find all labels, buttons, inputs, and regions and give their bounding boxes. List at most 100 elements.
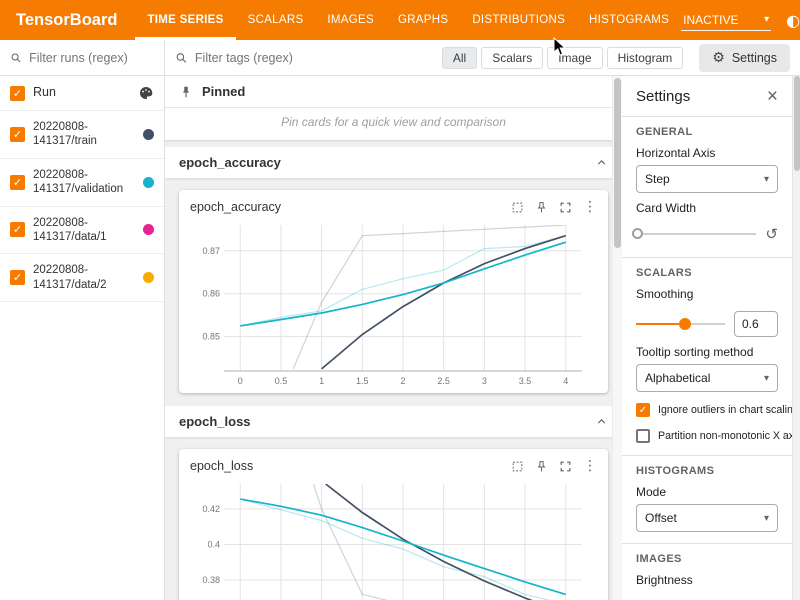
pin-icon — [179, 85, 193, 99]
app-title: TensorBoard — [0, 11, 135, 30]
caret-down-icon: ▾ — [764, 14, 769, 25]
smoothing-value-input[interactable]: 0.6 — [734, 311, 778, 337]
tab-time-series[interactable]: TIME SERIES — [135, 0, 235, 40]
run-checkbox[interactable]: ✓ — [10, 175, 25, 190]
tooltip-sorting-label: Tooltip sorting method — [636, 345, 778, 359]
chevron-up-icon[interactable] — [595, 415, 608, 428]
horizontal-axis-select[interactable]: Step ▾ — [636, 165, 778, 193]
pinned-hint-text: Pin cards for a quick view and compariso… — [165, 108, 622, 140]
palette-icon[interactable] — [138, 85, 154, 101]
smoothing-slider[interactable] — [636, 323, 725, 325]
ignore-outliers-checkbox-row[interactable]: ✓ Ignore outliers in chart scaling — [636, 403, 778, 417]
tab-images[interactable]: IMAGES — [315, 0, 386, 40]
tab-graphs[interactable]: GRAPHS — [386, 0, 460, 40]
svg-text:2.5: 2.5 — [437, 376, 450, 386]
section-heading: GENERAL — [636, 126, 778, 138]
svg-text:3: 3 — [482, 376, 487, 386]
tensorboard-app: TensorBoard TIME SERIES SCALARS IMAGES G… — [0, 0, 800, 600]
card-width-slider[interactable] — [636, 233, 756, 235]
svg-text:0.42: 0.42 — [202, 504, 220, 514]
pin-card-icon[interactable] — [535, 460, 548, 473]
section-title: epoch_accuracy — [179, 155, 281, 170]
section-header-epoch-accuracy[interactable]: epoch_accuracy — [165, 147, 622, 178]
epoch-accuracy-chart[interactable]: 00.511.522.533.540.850.860.87 — [188, 219, 590, 389]
caret-down-icon: ▾ — [764, 513, 769, 524]
run-checkbox[interactable]: ✓ — [10, 127, 25, 142]
run-row-validation[interactable]: ✓ 20220808-141317/validation — [0, 159, 164, 207]
runs-header-row[interactable]: ✓ Run — [0, 76, 164, 111]
pin-card-icon[interactable] — [535, 201, 548, 214]
chip-scalars[interactable]: Scalars — [481, 47, 543, 69]
runs-header-label: Run — [33, 85, 130, 101]
tags-toolbar: All Scalars Image Histogram ⚙ Settings — [165, 40, 800, 75]
svg-text:1: 1 — [319, 376, 324, 386]
card-header: epoch_accuracy — [188, 197, 599, 219]
settings-section-histograms: HISTOGRAMS Mode Offset ▾ — [622, 456, 792, 544]
svg-text:0.5: 0.5 — [275, 376, 288, 386]
runs-filter-box — [0, 40, 165, 75]
run-checkbox[interactable]: ✓ — [10, 270, 25, 285]
section-header-epoch-loss[interactable]: epoch_loss — [165, 406, 622, 437]
run-checkbox[interactable]: ✓ — [10, 222, 25, 237]
fullscreen-icon[interactable] — [559, 460, 572, 473]
settings-button[interactable]: ⚙ Settings — [699, 44, 790, 72]
chevron-up-icon[interactable] — [595, 156, 608, 169]
epoch-loss-chart[interactable]: 00.511.522.533.540.360.380.40.42 — [188, 478, 590, 600]
status-value: INACTIVE — [683, 13, 738, 27]
main-scrollbar[interactable] — [612, 76, 622, 600]
checkbox-checked[interactable]: ✓ — [636, 403, 650, 417]
horizontal-axis-value: Step — [645, 172, 670, 186]
fit-to-data-icon[interactable] — [511, 460, 524, 473]
checkbox-unchecked[interactable] — [636, 429, 650, 443]
run-row-data-1[interactable]: ✓ 20220808-141317/data/1 — [0, 207, 164, 255]
tab-histograms[interactable]: HISTOGRAMS — [577, 0, 681, 40]
run-row-train[interactable]: ✓ 20220808-141317/train — [0, 111, 164, 159]
slider-thumb[interactable] — [632, 228, 643, 239]
card-title: epoch_accuracy — [190, 200, 281, 214]
svg-text:2: 2 — [400, 376, 405, 386]
header-actions: INACTIVE ▾ ◐ ↻ ⚙ ? — [681, 10, 800, 31]
svg-text:4: 4 — [563, 376, 568, 386]
slider-thumb[interactable] — [679, 318, 691, 330]
run-color-dot — [143, 177, 154, 188]
runs-master-checkbox[interactable]: ✓ — [10, 86, 25, 101]
more-options-icon[interactable]: ⋮ — [583, 199, 597, 215]
svg-text:0: 0 — [238, 376, 243, 386]
partition-x-axis-checkbox-row[interactable]: Partition non-monotonic X axis ⓘ — [636, 428, 778, 444]
section-heading: HISTOGRAMS — [636, 465, 778, 477]
gear-icon: ⚙ — [712, 50, 725, 66]
tooltip-sorting-select[interactable]: Alphabetical ▾ — [636, 364, 778, 392]
settings-section-scalars: SCALARS Smoothing 0.6 Tooltip sorting me… — [622, 258, 792, 456]
scrollbar-thumb[interactable] — [794, 76, 800, 171]
section-body-epoch-loss: epoch_loss ⋮ — [165, 437, 622, 600]
mode-label: Mode — [636, 485, 778, 499]
svg-text:0.85: 0.85 — [202, 332, 220, 342]
chip-histogram[interactable]: Histogram — [607, 47, 684, 69]
brightness-label: Brightness — [636, 573, 778, 587]
svg-text:3.5: 3.5 — [519, 376, 532, 386]
reset-icon[interactable]: ↺ — [765, 225, 778, 243]
chip-all[interactable]: All — [442, 47, 477, 69]
run-row-data-2[interactable]: ✓ 20220808-141317/data/2 — [0, 254, 164, 302]
theme-toggle-icon[interactable]: ◐ — [784, 11, 800, 30]
caret-down-icon: ▾ — [764, 373, 769, 384]
close-icon[interactable]: × — [767, 87, 778, 106]
caret-down-icon: ▾ — [764, 174, 769, 185]
card-width-label: Card Width — [636, 201, 778, 215]
histogram-mode-select[interactable]: Offset ▾ — [636, 504, 778, 532]
settings-section-images: IMAGES Brightness ↺ Contrast ↺ — [622, 544, 792, 600]
status-dropdown[interactable]: INACTIVE ▾ — [681, 10, 771, 31]
more-options-icon[interactable]: ⋮ — [583, 458, 597, 474]
filter-tags-input[interactable] — [195, 51, 434, 65]
scrollbar-thumb[interactable] — [614, 78, 621, 248]
fullscreen-icon[interactable] — [559, 201, 572, 214]
chip-image[interactable]: Image — [547, 47, 602, 69]
section-heading: IMAGES — [636, 553, 778, 565]
fit-to-data-icon[interactable] — [511, 201, 524, 214]
tab-scalars[interactable]: SCALARS — [236, 0, 316, 40]
app-header: TensorBoard TIME SERIES SCALARS IMAGES G… — [0, 0, 800, 40]
filter-runs-input[interactable] — [29, 51, 154, 65]
tab-distributions[interactable]: DISTRIBUTIONS — [460, 0, 577, 40]
card-actions: ⋮ — [511, 458, 597, 474]
page-scrollbar[interactable] — [792, 76, 800, 600]
